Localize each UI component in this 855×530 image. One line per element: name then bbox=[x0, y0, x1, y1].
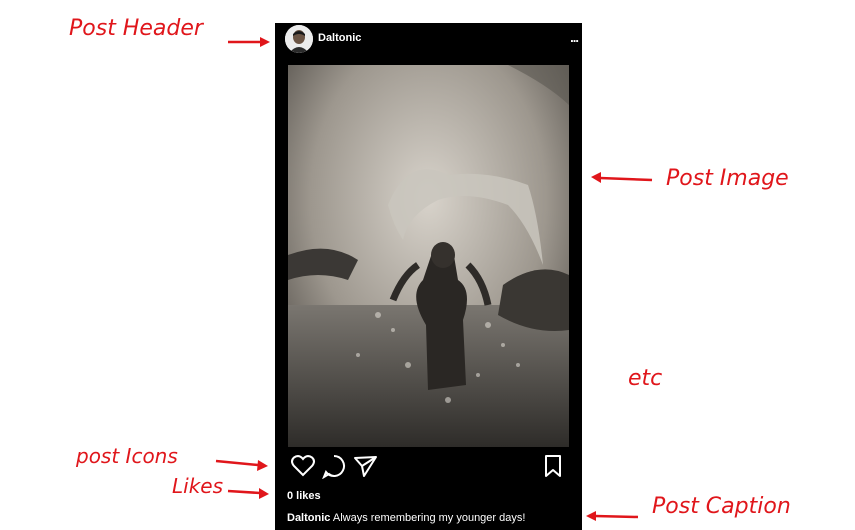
icons-arrow bbox=[215, 459, 259, 467]
icons-arrowhead bbox=[257, 460, 268, 471]
post-username[interactable]: Daltonic bbox=[318, 32, 361, 44]
post-photo bbox=[288, 65, 569, 447]
annotation-post-header: Post Header bbox=[69, 16, 203, 41]
image-arrowhead bbox=[591, 172, 601, 183]
annotation-post-icons-label: post Icons bbox=[76, 444, 178, 468]
post-image[interactable] bbox=[288, 65, 569, 447]
header-arrowhead bbox=[260, 37, 270, 47]
bookmark-icon[interactable] bbox=[542, 453, 564, 484]
annotation-likes-label: Likes bbox=[172, 474, 224, 498]
annotation-likes: Likes bbox=[172, 474, 223, 498]
send-icon[interactable] bbox=[352, 453, 378, 484]
annotation-etc: etc bbox=[628, 366, 662, 391]
likes-arrow bbox=[227, 489, 261, 495]
caption-arrow bbox=[594, 514, 639, 519]
heart-icon[interactable] bbox=[290, 453, 316, 484]
post-card: Daltonic ... 0 likes Daltonic Always rem… bbox=[275, 23, 582, 530]
avatar-image bbox=[285, 25, 313, 53]
annotation-post-icons: post Icons bbox=[76, 444, 178, 468]
caption-username[interactable]: Daltonic bbox=[287, 512, 330, 524]
likes-count[interactable]: 0 likes bbox=[287, 490, 321, 502]
likes-arrowhead bbox=[259, 488, 269, 499]
avatar[interactable] bbox=[285, 25, 313, 53]
annotation-etc-label: etc bbox=[628, 366, 663, 391]
post-caption: Daltonic Always remembering my younger d… bbox=[287, 512, 525, 524]
caption-arrowhead bbox=[586, 511, 596, 521]
post-icons-row bbox=[275, 453, 582, 481]
annotation-post-image-label: Post Image bbox=[666, 166, 789, 191]
comment-icon[interactable] bbox=[321, 453, 347, 484]
annotation-post-caption-label: Post Caption bbox=[652, 494, 791, 519]
annotation-post-caption: Post Caption bbox=[652, 494, 791, 519]
annotation-post-header-label: Post Header bbox=[69, 16, 203, 41]
post-header: Daltonic ... bbox=[275, 23, 582, 57]
image-arrow bbox=[599, 176, 653, 182]
caption-text: Always remembering my younger days! bbox=[330, 512, 526, 524]
annotation-post-image: Post Image bbox=[666, 166, 789, 191]
more-options-icon[interactable]: ... bbox=[570, 30, 579, 45]
